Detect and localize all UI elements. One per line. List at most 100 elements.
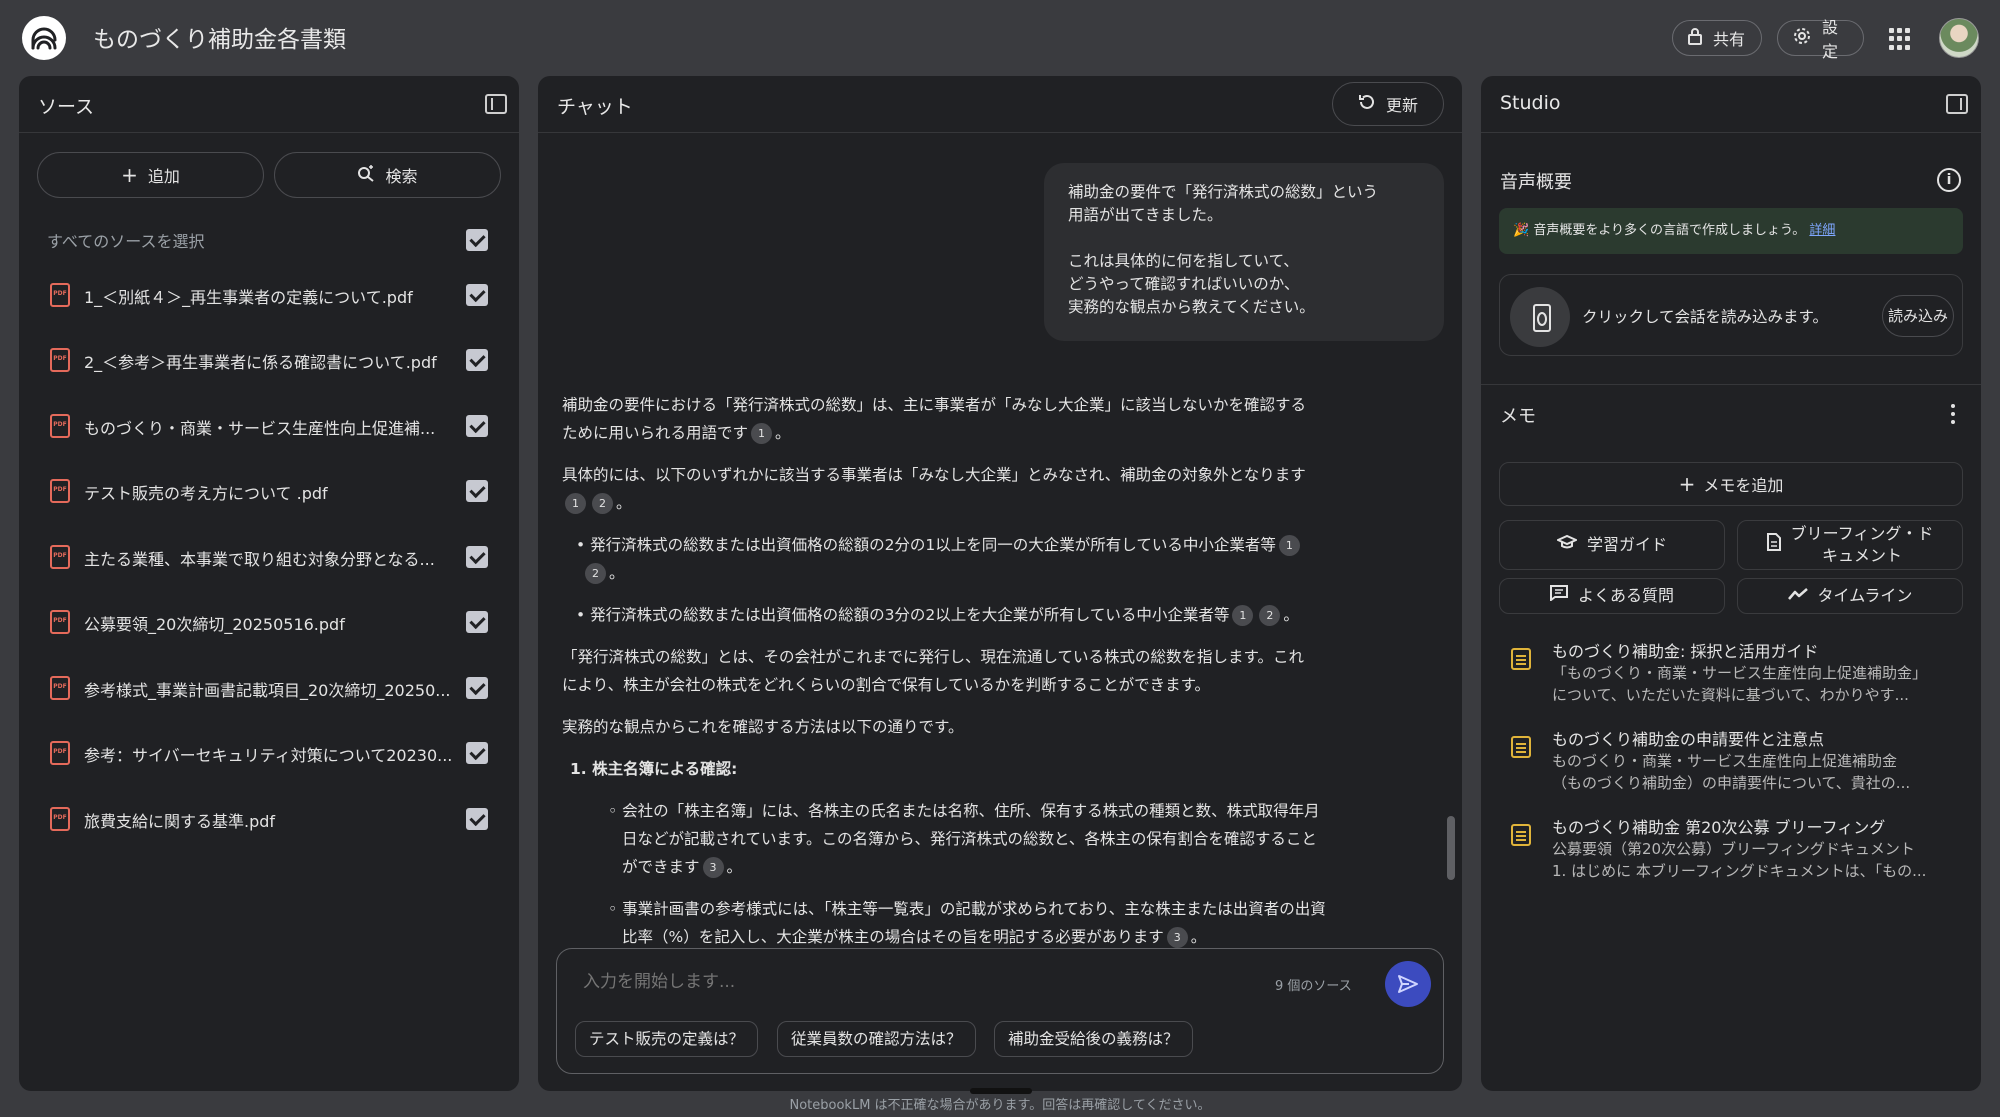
source-item[interactable]: PDF 旅費支給に関する基準.pdf [19,795,519,845]
chat-scrollbar[interactable] [1447,816,1455,880]
note-item[interactable]: ものづくり補助金 第20次公募 ブリーフィング 公募要領（第20次公募）ブリーフ… [1499,814,1969,886]
sub-bullet-text: ができます [622,858,700,876]
sub-bullet-text: ◦ 事業計画書の参考様式には、「株主等一覧表」の記載が求められており、主な株主ま… [608,900,1326,918]
source-item[interactable]: PDF 公募要領_20次締切_20250516.pdf [19,598,519,648]
apps-grid-icon[interactable] [1889,28,1911,50]
source-checkbox[interactable] [466,611,488,633]
chat-panel: チャット 更新 補助金の要件で「発行済株式の総数」という 用語が出てきました。 … [538,76,1462,1091]
add-source-button[interactable]: + 追加 [37,152,264,198]
avatar[interactable] [1939,18,1979,58]
more-options-icon[interactable] [1951,404,1955,424]
answer-text: 補助金の要件における「発行済株式の総数」は、主に事業者が「みなし大企業」に該当し… [562,396,1307,414]
suggestion-chip[interactable]: テスト販売の定義は？ [575,1021,759,1057]
answer-text: 。 [609,564,625,582]
source-item[interactable]: PDF 参考様式_事業計画書記載項目_20次締切_20250... [19,664,519,714]
notebook-title[interactable]: ものづくり補助金各書類 [93,20,346,54]
source-item[interactable]: PDF 1_＜別紙４＞_再生事業者の定義について.pdf [19,271,519,321]
user-message-line: これは具体的に何を指していて、 [1068,252,1299,270]
source-label: テスト販売の考え方について .pdf [84,484,328,503]
share-button[interactable]: 共有 [1672,20,1762,56]
answer-text: 。 [616,494,632,512]
add-source-label: 追加 [147,167,180,186]
source-checkbox[interactable] [466,415,488,437]
source-checkbox[interactable] [466,742,488,764]
briefing-doc-button[interactable]: ブリーフィング・ド キュメント [1737,520,1963,570]
citation-chip[interactable]: 1 [751,423,773,444]
answer-text: 。 [726,858,743,876]
citation-chip[interactable]: 1 [565,493,586,514]
source-item[interactable]: PDF テスト販売の考え方について .pdf [19,467,519,517]
citation-chip[interactable]: 1 [1232,605,1254,626]
note-preview: ものづくり・商業・サービス生産性向上促進補助金 （ものづくり補助金）の申請要件に… [1552,750,1962,794]
settings-button[interactable]: 設定 [1777,18,1864,61]
add-memo-button[interactable]: + メモを追加 [1499,462,1963,506]
refresh-label: 更新 [1385,96,1418,115]
collapse-panel-icon[interactable] [485,94,507,114]
source-label: 参考様式_事業計画書記載項目_20次締切_20250... [84,681,451,700]
note-title: ものづくり補助金の申請要件と注意点 [1552,730,1825,749]
studio-title: Studio [1500,92,1561,114]
source-checkbox[interactable] [466,284,488,306]
divider [1481,384,1981,385]
timeline-label: タイムライン [1817,586,1913,605]
suggestion-chip[interactable]: 従業員数の確認方法は？ [777,1021,976,1057]
source-label: 公募要領_20次締切_20250516.pdf [84,615,345,634]
suggestion-chip[interactable]: 補助金受給後の義務は？ [994,1021,1193,1057]
user-message-line: 用語が出てきました。 [1068,206,1223,224]
source-checkbox[interactable] [466,546,488,568]
search-sources-button[interactable]: 検索 [274,152,501,198]
notebooklm-logo-icon[interactable] [22,16,66,60]
select-all-checkbox[interactable] [466,229,488,251]
note-preview-line: （ものづくり補助金）の申請要件について、貴社の... [1552,774,1911,792]
briefing-doc-label: キュメント [1821,546,1902,565]
note-item[interactable]: ものづくり補助金の申請要件と注意点 ものづくり・商業・サービス生産性向上促進補助… [1499,726,1969,798]
share-label: 共有 [1713,30,1746,49]
studio-panel: Studio 音声概要 i 🎉 音声概要をより多くの言語で作成しましょう。 詳細… [1481,76,1981,1091]
source-checkbox[interactable] [466,677,488,699]
source-item[interactable]: PDF 2_＜参考＞再生事業者に係る確認書について.pdf [19,336,519,386]
citation-chip[interactable]: 2 [1259,605,1281,626]
settings-label: 設定 [1822,18,1839,61]
citation-chip[interactable]: 3 [702,857,724,878]
pdf-icon: PDF [50,414,70,438]
search-sparkle-icon [357,164,375,186]
note-item[interactable]: ものづくり補助金: 採択と活用ガイド 「ものづくり・商業・サービス生産性向上促進… [1499,638,1969,710]
faq-label: よくある質問 [1577,586,1674,605]
load-button[interactable]: 読み込み [1882,295,1954,337]
pdf-icon: PDF [50,741,70,765]
faq-button[interactable]: よくある質問 [1499,578,1725,614]
speaker-icon [1510,287,1570,347]
send-icon [1398,975,1418,993]
chat-input[interactable] [583,967,1183,997]
citation-chip[interactable]: 3 [1166,927,1188,948]
answer-text: 。 [1190,928,1207,946]
timeline-button[interactable]: タイムライン [1737,578,1963,614]
load-conversation-text: クリックして会話を読み込みます。 [1582,308,1828,326]
source-item[interactable]: PDF 参考：サイバーセキュリティ対策について20230... [19,729,519,779]
source-checkbox[interactable] [466,349,488,371]
assistant-answer: 補助金の要件における「発行済株式の総数」は、主に事業者が「みなし大企業」に該当し… [562,391,1422,965]
source-checkbox[interactable] [466,480,488,502]
select-all-label: すべてのソースを選択 [47,232,205,251]
citation-chip[interactable]: 1 [1278,535,1300,556]
source-checkbox[interactable] [466,808,488,830]
answer-text: 具体的には、以下のいずれかに該当する事業者は「みなし大企業」とみなされ、補助金の… [562,466,1306,484]
info-icon[interactable]: i [1937,168,1961,192]
disclaimer-text: NotebookLM は不正確な場合があります。回答は再確認してください。 [789,1098,1211,1113]
study-guide-button[interactable]: 学習ガイド [1499,520,1725,570]
citation-chip[interactable]: 2 [585,563,606,584]
note-preview: 公募要領（第20次公募）ブリーフィングドキュメント 1. はじめに 本ブリーフィ… [1552,838,1962,882]
sub-bullet-text: 比率（%）を記入し、大企業が株主の場合はその旨を明記する必要があります [622,928,1164,946]
audio-overview-title: 音声概要 [1500,172,1572,193]
citation-chip[interactable]: 2 [592,493,613,514]
user-message-line: どうやって確認すればいいのか、 [1068,275,1300,293]
note-icon [1511,648,1531,670]
sub-bullet-text: ◦ 会社の「株主名簿」には、各株主の氏名または名称、住所、保有する株式の種類と数… [608,802,1320,820]
send-button[interactable] [1385,961,1431,1007]
collapse-panel-icon[interactable] [1946,94,1968,114]
source-item[interactable]: PDF ものづくり・商業・サービス生産性向上促進補... [19,402,519,452]
answer-text: 「発行済株式の総数」とは、その会社がこれまでに発行し、現在流通している株式の総数… [562,648,1304,666]
banner-details-link[interactable]: 詳細 [1809,223,1835,238]
source-item[interactable]: PDF 主たる業種、本事業で取り組む対象分野となる... [19,533,519,583]
refresh-button[interactable]: 更新 [1332,82,1444,126]
